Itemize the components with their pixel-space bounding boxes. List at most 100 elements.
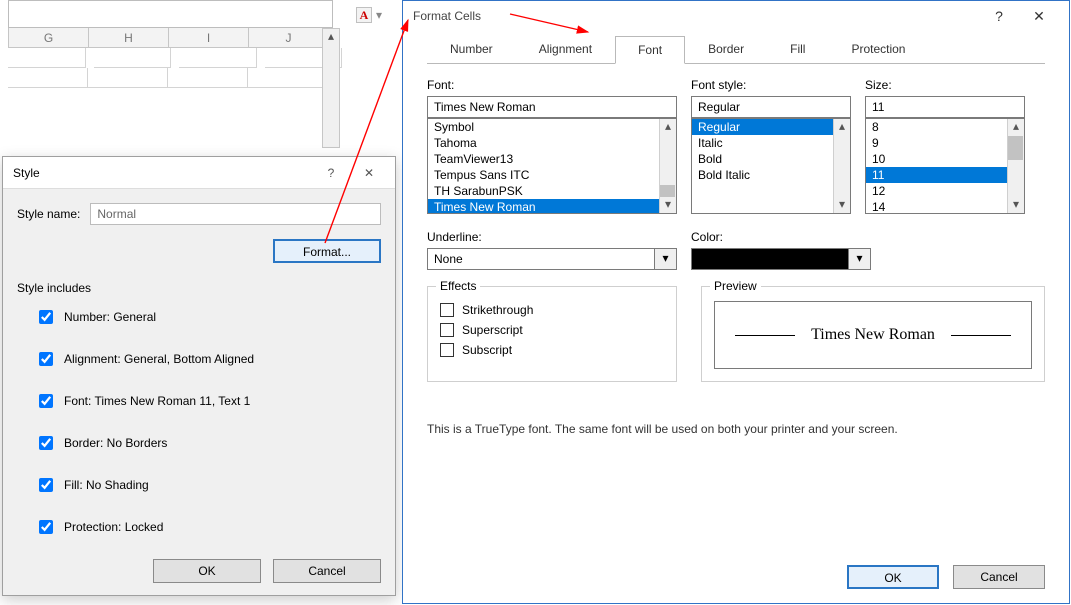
underline-dropdown[interactable]: None ▾: [427, 248, 677, 270]
check-label: Alignment: General, Bottom Aligned: [64, 352, 254, 366]
font-label: Font:: [427, 78, 677, 92]
grid: [0, 48, 342, 148]
col-header[interactable]: I: [169, 28, 249, 48]
col-header[interactable]: G: [9, 28, 89, 48]
list-item[interactable]: 11: [866, 167, 1024, 183]
preview-text: Times New Roman: [811, 326, 935, 344]
chevron-down-icon[interactable]: ▾: [655, 248, 677, 270]
list-item[interactable]: Regular: [692, 119, 850, 135]
style-titlebar: Style ? ✕: [3, 157, 395, 189]
list-item[interactable]: Bold: [692, 151, 850, 167]
check-font[interactable]: [39, 394, 53, 408]
scroll-up-icon[interactable]: ▴: [665, 119, 671, 135]
list-item[interactable]: Tahoma: [428, 135, 676, 151]
color-dropdown[interactable]: ▾: [691, 248, 871, 270]
check-label: Protection: Locked: [64, 520, 163, 534]
font-listbox[interactable]: Symbol Tahoma TeamViewer13 Tempus Sans I…: [427, 118, 677, 214]
tab-alignment[interactable]: Alignment: [516, 35, 615, 63]
fc-tabs: Number Alignment Font Border Fill Protec…: [427, 35, 1045, 64]
tab-number[interactable]: Number: [427, 35, 516, 63]
chevron-down-icon[interactable]: ▾: [849, 248, 871, 270]
style-name-input[interactable]: [90, 203, 381, 225]
list-item[interactable]: Bold Italic: [692, 167, 850, 183]
check-protection[interactable]: [39, 520, 53, 534]
scroll-thumb[interactable]: [660, 185, 675, 197]
list-item[interactable]: 8: [866, 119, 1024, 135]
style-ok-button[interactable]: OK: [153, 559, 261, 583]
list-item[interactable]: 9: [866, 135, 1024, 151]
col-header[interactable]: H: [89, 28, 169, 48]
list-item[interactable]: 12: [866, 183, 1024, 199]
preview-box: Times New Roman: [714, 301, 1032, 369]
list-item[interactable]: 10: [866, 151, 1024, 167]
scrollbar[interactable]: ▴ ▾: [659, 119, 676, 213]
list-item[interactable]: Symbol: [428, 119, 676, 135]
font-style-label: Font style:: [691, 78, 851, 92]
check-label: Number: General: [64, 310, 156, 324]
effect-label: Superscript: [462, 323, 523, 337]
fc-help-button[interactable]: ?: [979, 8, 1019, 24]
scrollbar[interactable]: ▴ ▾: [1007, 119, 1024, 213]
size-listbox[interactable]: 8 9 10 11 12 14 ▴ ▾: [865, 118, 1025, 214]
list-item[interactable]: TH SarabunPSK: [428, 183, 676, 199]
tab-border[interactable]: Border: [685, 35, 767, 63]
color-swatch: [691, 248, 849, 270]
strikethrough-checkbox[interactable]: [440, 303, 454, 317]
size-input[interactable]: [865, 96, 1025, 118]
scroll-up-icon[interactable]: ▴: [1013, 119, 1019, 135]
list-item[interactable]: 14: [866, 199, 1024, 214]
check-number[interactable]: [39, 310, 53, 324]
fc-ok-button[interactable]: OK: [847, 565, 939, 589]
font-input[interactable]: [427, 96, 677, 118]
scroll-up-icon[interactable]: ▴: [323, 29, 339, 46]
effects-legend: Effects: [436, 279, 480, 293]
underline-value: None: [427, 248, 655, 270]
list-item[interactable]: TeamViewer13: [428, 151, 676, 167]
style-title: Style: [13, 166, 40, 180]
scrollbar[interactable]: ▴ ▾: [833, 119, 850, 213]
check-border[interactable]: [39, 436, 53, 450]
truetype-note: This is a TrueType font. The same font w…: [427, 422, 1069, 436]
font-style-input[interactable]: [691, 96, 851, 118]
underline-label: Underline:: [427, 230, 677, 244]
check-label: Fill: No Shading: [64, 478, 149, 492]
tab-protection[interactable]: Protection: [828, 35, 928, 63]
scroll-thumb[interactable]: [1008, 136, 1023, 160]
fc-cancel-button[interactable]: Cancel: [953, 565, 1045, 589]
list-item[interactable]: Italic: [692, 135, 850, 151]
effect-label: Strikethrough: [462, 303, 533, 317]
check-fill[interactable]: [39, 478, 53, 492]
preview-legend: Preview: [710, 279, 761, 293]
format-button[interactable]: Format...: [273, 239, 381, 263]
superscript-checkbox[interactable]: [440, 323, 454, 337]
style-name-label: Style name:: [17, 207, 80, 221]
close-button[interactable]: ✕: [353, 166, 385, 180]
top-strip: [8, 0, 333, 28]
check-label: Border: No Borders: [64, 436, 167, 450]
scroll-up-icon[interactable]: ▴: [839, 119, 845, 135]
col-header[interactable]: J: [249, 28, 329, 48]
font-chip: A: [356, 7, 372, 23]
help-button[interactable]: ?: [315, 166, 347, 180]
subscript-checkbox[interactable]: [440, 343, 454, 357]
preview-line: [951, 335, 1011, 336]
style-cancel-button[interactable]: Cancel: [273, 559, 381, 583]
scroll-down-icon[interactable]: ▾: [1013, 197, 1019, 213]
column-headers: G H I J: [0, 28, 342, 48]
fc-close-button[interactable]: ✕: [1019, 8, 1059, 25]
preview-line: [735, 335, 795, 336]
name-box: A ▾: [356, 0, 398, 30]
size-label: Size:: [865, 78, 1025, 92]
list-item[interactable]: Tempus Sans ITC: [428, 167, 676, 183]
scroll-down-icon[interactable]: ▾: [839, 197, 845, 213]
style-dialog: Style ? ✕ Style name: Format... Style in…: [2, 156, 396, 596]
sheet-scrollbar[interactable]: ▴: [322, 28, 340, 148]
tab-fill[interactable]: Fill: [767, 35, 828, 63]
tab-font[interactable]: Font: [615, 36, 685, 64]
font-style-listbox[interactable]: Regular Italic Bold Bold Italic ▴ ▾: [691, 118, 851, 214]
list-item[interactable]: Times New Roman: [428, 199, 676, 214]
dropdown-icon: ▾: [376, 8, 382, 22]
color-label: Color:: [691, 230, 871, 244]
check-alignment[interactable]: [39, 352, 53, 366]
scroll-down-icon[interactable]: ▾: [665, 197, 671, 213]
